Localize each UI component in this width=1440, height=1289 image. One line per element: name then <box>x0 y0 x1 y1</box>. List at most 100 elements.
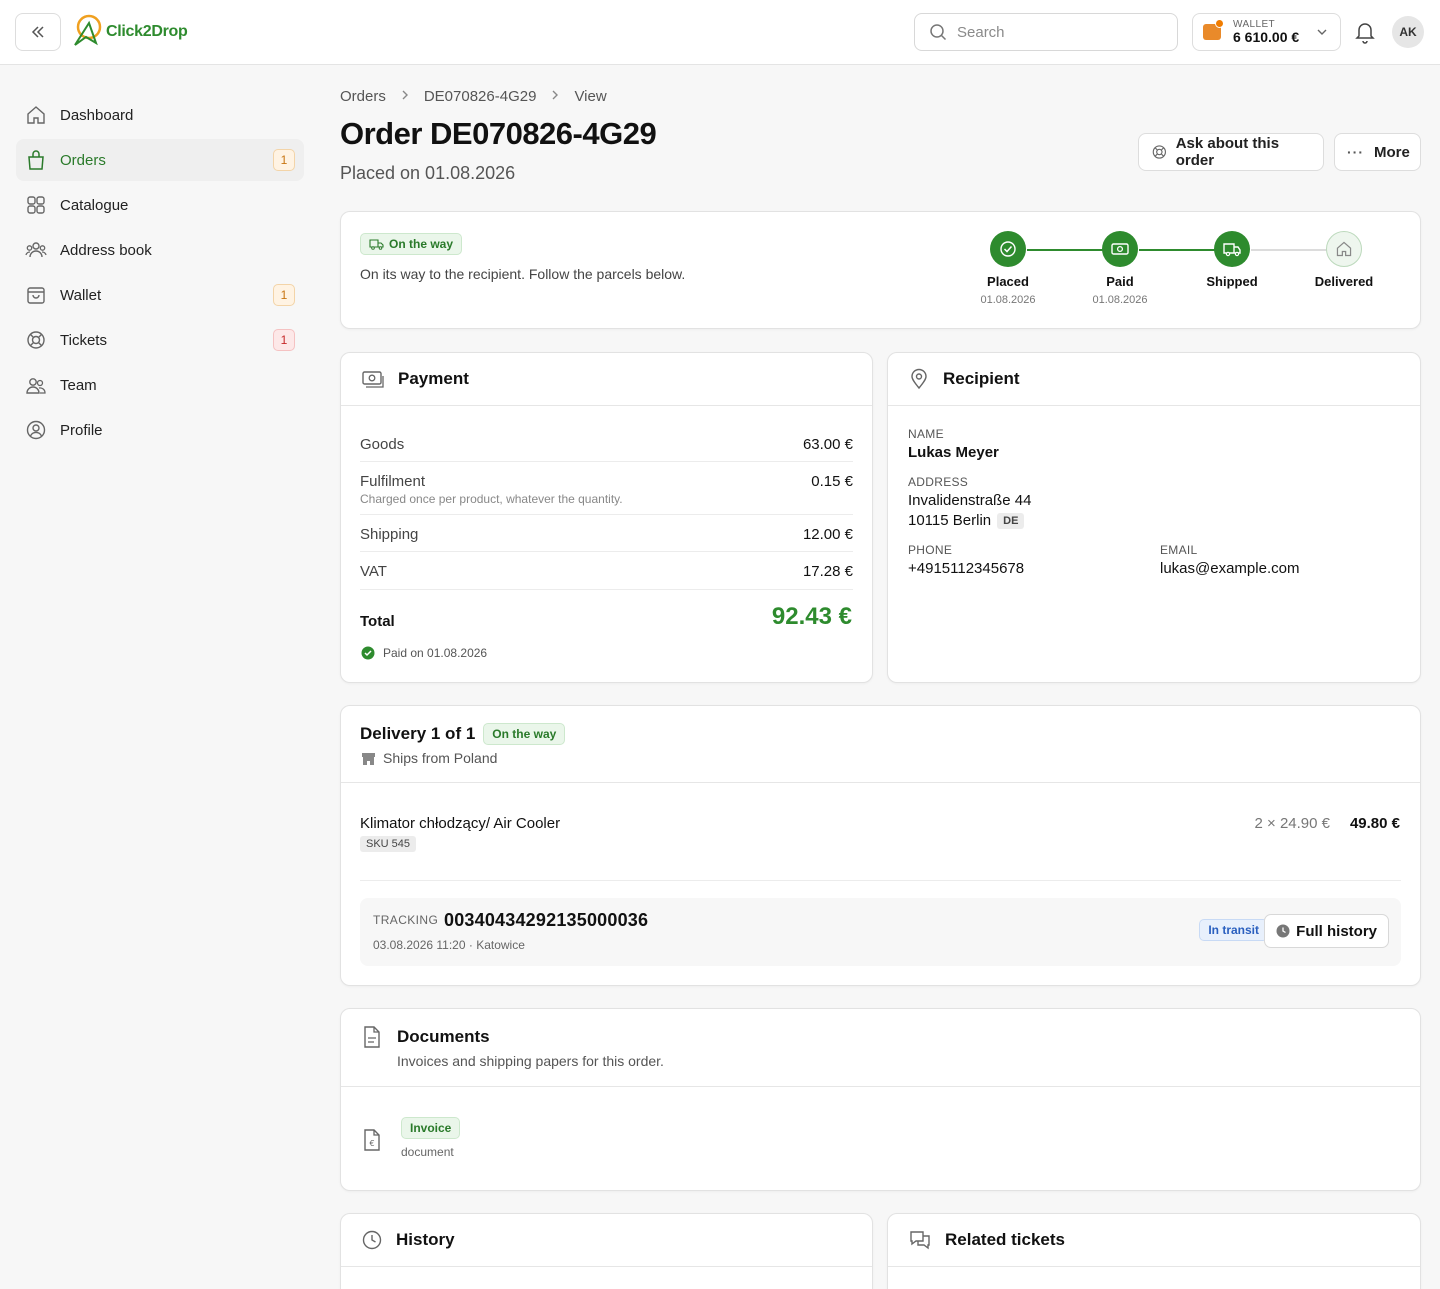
page-subtitle: Placed on 01.08.2026 <box>340 163 516 183</box>
divider <box>360 880 1401 881</box>
product-name[interactable]: Klimator chłodzący/ Air Cooler <box>360 815 560 832</box>
payment-row-fulfilment: Fulfilment 0.15 € <box>360 473 853 490</box>
sidebar-item-label: Team <box>60 376 97 394</box>
banknote-icon <box>1102 231 1138 267</box>
status-description: On its way to the recipient. Follow the … <box>360 266 686 282</box>
ellipsis-icon: ··· <box>1347 144 1364 160</box>
related-tickets-title: Related tickets <box>945 1230 1065 1249</box>
divider <box>360 514 853 515</box>
step-date: 01.08.2026 <box>1092 294 1148 306</box>
map-pin-icon <box>908 368 930 390</box>
tracking-panel: TRACKING 00340434292135000036 03.08.2026… <box>360 898 1401 966</box>
sidebar-item-dashboard[interactable]: Dashboard <box>16 94 304 136</box>
clock-icon <box>1276 924 1290 938</box>
sidebar-item-profile[interactable]: Profile <box>16 409 304 451</box>
payment-title: Payment <box>398 369 469 388</box>
home-icon <box>24 103 48 127</box>
ask-about-order-button[interactable]: Ask about this order <box>1138 133 1324 171</box>
file-icon <box>364 1026 380 1048</box>
step-label: Placed <box>987 274 1029 289</box>
paid-on-label: Paid on 01.08.2026 <box>383 646 488 660</box>
orders-count-badge: 1 <box>273 149 295 171</box>
wallet-dropdown[interactable]: WALLET 6 610.00 € <box>1192 13 1341 51</box>
store-icon <box>362 752 375 765</box>
sidebar-item-label: Orders <box>60 151 106 169</box>
sidebar-item-label: Wallet <box>60 286 102 304</box>
documents-subtitle: Invoices and shipping papers for this or… <box>397 1053 664 1069</box>
wallet-count-badge: 1 <box>273 284 295 306</box>
full-history-button[interactable]: Full history <box>1264 914 1389 948</box>
tracking-label: TRACKING <box>373 913 439 927</box>
related-tickets-card: Related tickets <box>887 1213 1421 1289</box>
breadcrumb-orders[interactable]: Orders <box>340 88 386 105</box>
lifebuoy-icon <box>1152 145 1166 159</box>
sidebar-item-catalogue[interactable]: Catalogue <box>16 184 304 226</box>
payment-row-shipping: Shipping 12.00 € <box>360 526 853 543</box>
recipient-email: lukas@example.com <box>1160 560 1300 577</box>
more-button[interactable]: ··· More <box>1334 133 1421 171</box>
logo-icon <box>74 14 102 46</box>
divider <box>341 1086 1420 1087</box>
country-badge: DE <box>997 513 1025 529</box>
divider <box>360 551 853 552</box>
address-city-line: 10115 Berlin DE <box>908 512 1025 529</box>
step-label: Shipped <box>1206 274 1258 289</box>
payment-row-amount: 17.28 € <box>802 563 853 580</box>
full-history-label: Full history <box>1296 922 1377 940</box>
delivery-status-badge: On the way <box>483 723 566 745</box>
search-box[interactable] <box>914 13 1178 51</box>
sidebar-item-label: Tickets <box>60 331 107 349</box>
payment-row-label: VAT <box>360 563 387 580</box>
documents-title: Documents <box>397 1027 490 1046</box>
banknote-icon <box>361 369 385 389</box>
fulfilment-note: Charged once per product, whatever the q… <box>360 492 623 506</box>
sidebar-item-label: Catalogue <box>60 196 129 214</box>
step-date: 01.08.2026 <box>980 294 1036 306</box>
shopping-bag-icon <box>24 148 48 172</box>
ask-button-label: Ask about this order <box>1175 135 1280 169</box>
clock-icon <box>361 1229 383 1251</box>
tracking-status-badge: In transit <box>1199 919 1268 941</box>
sidebar: Dashboard Orders 1 Catalogue Address boo… <box>16 94 304 454</box>
payment-row-label: Shipping <box>360 526 419 543</box>
recipient-phone: +4915112345678 <box>908 560 1025 577</box>
sidebar-item-orders[interactable]: Orders 1 <box>16 139 304 181</box>
tracking-number[interactable]: 00340434292135000036 <box>444 910 648 931</box>
collapse-sidebar-button[interactable] <box>15 13 61 51</box>
phone-label: PHONE <box>908 543 953 557</box>
document-type: document <box>401 1145 454 1159</box>
sidebar-item-tickets[interactable]: Tickets 1 <box>16 319 304 361</box>
payment-row-label: Goods <box>360 436 405 453</box>
bell-icon[interactable] <box>1354 20 1376 44</box>
logo-text: Click2Drop <box>106 23 188 40</box>
invoice-badge[interactable]: Invoice <box>401 1117 461 1139</box>
sidebar-item-wallet[interactable]: Wallet 1 <box>16 274 304 316</box>
avatar[interactable]: AK <box>1392 16 1424 48</box>
step-paid: Paid 01.08.2026 <box>1070 231 1170 306</box>
home-icon <box>1326 231 1362 267</box>
divider <box>360 589 853 590</box>
recipient-name: Lukas Meyer <box>908 444 999 461</box>
more-button-label: More <box>1374 143 1410 161</box>
related-tickets-header: Related tickets <box>888 1214 1420 1267</box>
recipient-title: Recipient <box>943 369 1020 388</box>
history-title: History <box>396 1230 455 1249</box>
sidebar-item-team[interactable]: Team <box>16 364 304 406</box>
delivery-title-text: Delivery 1 of 1 <box>360 724 476 743</box>
wallet-icon <box>24 283 48 307</box>
search-input[interactable] <box>957 23 1157 41</box>
truck-icon <box>1214 231 1250 267</box>
chevron-right-icon <box>400 88 410 105</box>
payment-row-amount: 0.15 € <box>811 473 853 490</box>
breadcrumb-order-id[interactable]: DE070826-4G29 <box>424 88 537 105</box>
check-circle-icon <box>361 646 375 660</box>
tracking-last-event: 03.08.2026 11:20 · Katowice <box>373 938 525 952</box>
paid-on-status: Paid on 01.08.2026 <box>361 646 487 660</box>
logo[interactable]: Click2Drop <box>72 12 188 52</box>
step-label: Delivered <box>1314 274 1374 289</box>
step-placed: Placed 01.08.2026 <box>958 231 1058 306</box>
invoice-file-icon: € <box>364 1129 380 1151</box>
sidebar-item-label: Address book <box>60 241 152 259</box>
sidebar-item-address-book[interactable]: Address book <box>16 229 304 271</box>
email-label: EMAIL <box>1160 543 1198 557</box>
